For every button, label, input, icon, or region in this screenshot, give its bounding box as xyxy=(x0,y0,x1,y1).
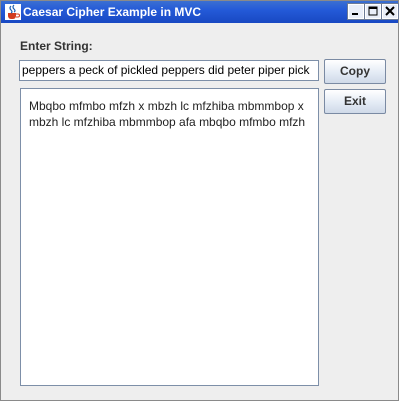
maximize-icon xyxy=(368,6,378,16)
close-icon xyxy=(385,6,395,16)
cipher-output-area[interactable]: Mbqbo mfmbo mfzh x mbzh lc mfzhiba mbmmb… xyxy=(20,88,319,386)
enter-string-label: Enter String: xyxy=(20,39,93,53)
minimize-icon xyxy=(352,13,358,15)
app-window: Caesar Cipher Example in MVC Enter Strin… xyxy=(0,0,399,401)
maximize-button[interactable] xyxy=(364,3,382,20)
window-title: Caesar Cipher Example in MVC xyxy=(23,5,202,19)
java-cup-icon xyxy=(5,4,21,20)
copy-button[interactable]: Copy xyxy=(324,59,386,84)
close-button[interactable] xyxy=(381,3,399,20)
minimize-button[interactable] xyxy=(347,3,365,20)
string-input[interactable]: peppers a peck of pickled peppers did pe… xyxy=(19,60,319,81)
exit-button[interactable]: Exit xyxy=(324,89,386,114)
title-bar[interactable]: Caesar Cipher Example in MVC xyxy=(1,1,399,23)
